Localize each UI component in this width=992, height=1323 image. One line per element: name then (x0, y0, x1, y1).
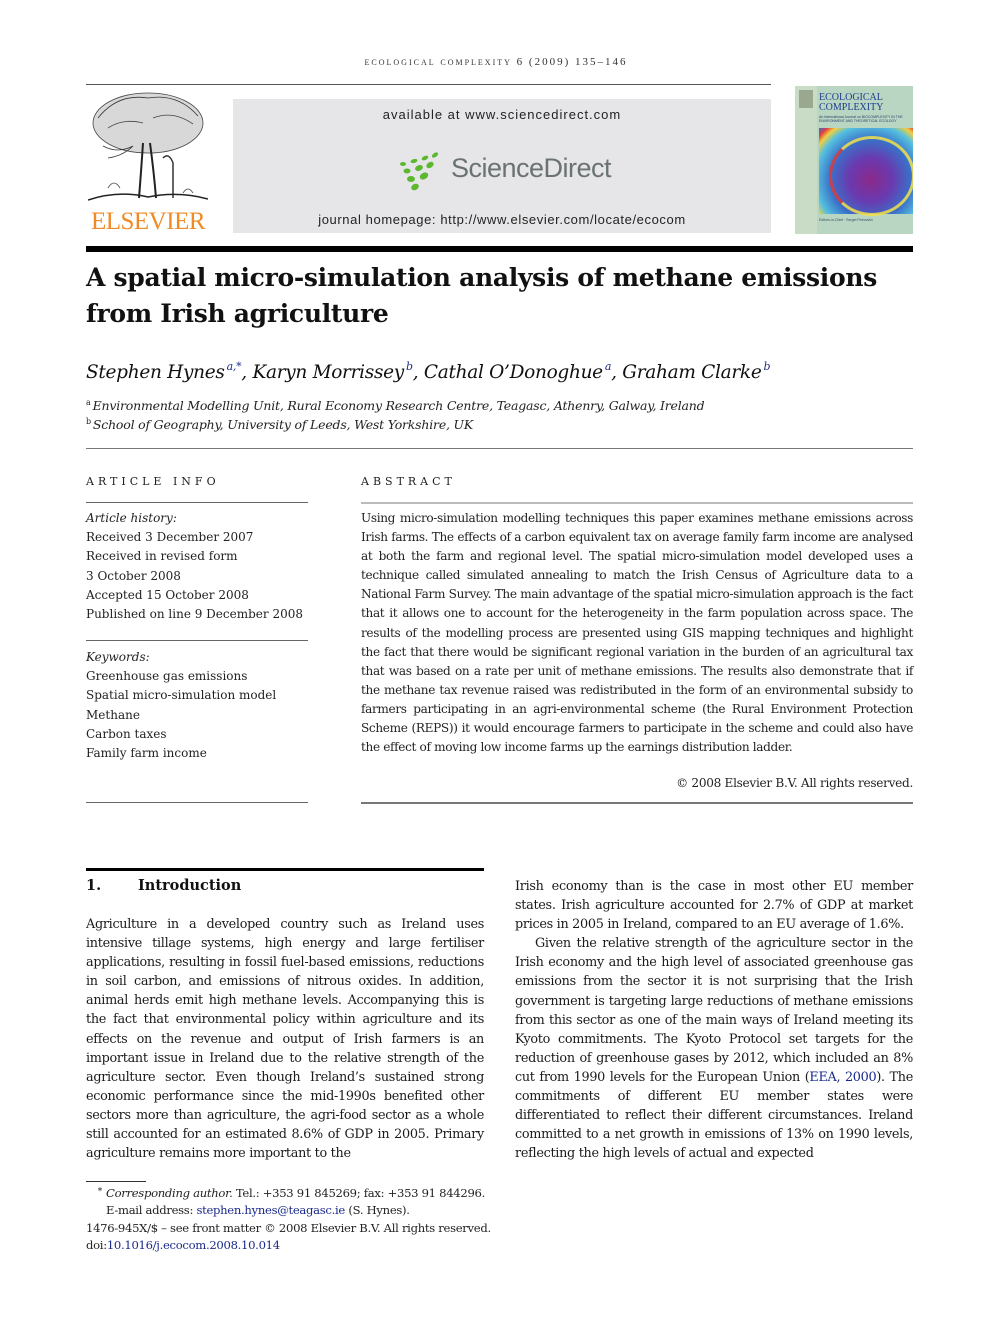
author-name: Cathal O’Donoghue (423, 362, 603, 383)
article-info-rule-bottom (86, 802, 308, 803)
cover-artwork (819, 128, 913, 216)
affiliation-b: b School of Geography, University of Leed… (86, 417, 474, 432)
keyword-item: Spatial micro-simulation model (86, 688, 277, 703)
sciencedirect-dots-icon (400, 152, 439, 191)
abstract-rule-top (361, 502, 913, 504)
masthead-thick-rule (86, 246, 913, 252)
abstract-rule-bottom (361, 802, 913, 804)
abstract-text: Using micro-simulation modelling techniq… (361, 511, 913, 755)
keyword-item: Greenhouse gas emissions (86, 669, 248, 684)
footnote-rule (86, 1181, 146, 1182)
doi-line: doi:10.1016/j.ecocom.2008.10.014 (86, 1238, 280, 1253)
keyword-item: Family farm income (86, 746, 207, 761)
elsevier-wordmark: ELSEVIER (90, 208, 206, 235)
footnote-marker: * (97, 1187, 103, 1197)
history-item: 3 October 2008 (86, 568, 181, 583)
sciencedirect-banner: available at www.sciencedirect.com Scien… (233, 99, 771, 233)
doi-link[interactable]: 10.1016/j.ecocom.2008.10.014 (107, 1238, 280, 1252)
cover-side-strip (795, 86, 817, 234)
author-affiliation-link[interactable]: a (605, 360, 612, 373)
article-info-heading: ARTICLE INFO (86, 475, 220, 488)
section-heading: 1. Introduction (86, 877, 241, 894)
body-column-left: Agriculture in a developed country such … (86, 915, 484, 1163)
running-header: ecological complexity 6 (2009) 135–146 (364, 56, 628, 68)
abstract-copyright: © 2008 Elsevier B.V. All rights reserved… (676, 776, 913, 790)
affiliation-rule (86, 448, 913, 449)
author-name: Stephen Hynes (86, 362, 225, 383)
email-note: E-mail address: stephen.hynes@teagasc.ie… (106, 1203, 410, 1218)
body-column-right: Irish economy than is the case in most o… (515, 877, 913, 1163)
keywords-label: Keywords: (86, 650, 150, 664)
author-affiliation-link[interactable]: a,* (227, 360, 242, 373)
body-paragraph: Given the relative strength of the agric… (515, 936, 913, 1162)
author-list: Stephen Hynes a,*, Karyn Morrissey b, Cath… (86, 360, 771, 383)
author-affiliation-link[interactable]: b (406, 360, 413, 373)
keyword-item: Carbon taxes (86, 726, 167, 741)
sciencedirect-wordmark: ScienceDirect (451, 153, 612, 183)
issn-line: 1476-945X/$ – see front matter © 2008 El… (86, 1220, 491, 1235)
history-item: Accepted 15 October 2008 (86, 587, 249, 602)
author-name: Graham Clarke (622, 362, 762, 383)
cover-editors: Editors-in-Chief · Sergei Petrovskii (819, 218, 873, 222)
cover-art-ring (829, 136, 913, 216)
journal-homepage-link[interactable]: journal homepage: http://www.elsevier.co… (233, 212, 771, 227)
article-info-rule-top (86, 502, 308, 503)
elsevier-logo[interactable]: ELSEVIER (86, 88, 210, 236)
article-history: Article history: Received 3 December 200… (86, 509, 308, 624)
author-affiliation-link[interactable]: b (764, 360, 771, 373)
section-rule (86, 868, 484, 871)
cover-title: ECOLOGICAL COMPLEXITY (819, 92, 884, 113)
corresponding-author-note: * Corresponding author. Tel.: +353 91 845… (86, 1184, 491, 1202)
abstract-heading: ABSTRACT (361, 475, 456, 488)
elsevier-tree-icon (88, 92, 208, 201)
affiliation-a: a Environmental Modelling Unit, Rural Eco… (86, 398, 705, 413)
history-item: Published on line 9 December 2008 (86, 607, 303, 622)
journal-cover[interactable]: ECOLOGICAL COMPLEXITY An International J… (795, 86, 913, 234)
body-paragraph: Agriculture in a developed country such … (86, 917, 484, 1162)
history-item: Received 3 December 2007 (86, 530, 254, 545)
keywords: Keywords: Greenhouse gas emissions Spati… (86, 648, 308, 763)
section-number: 1. (86, 877, 102, 894)
article-title: A spatial micro-simulation analysis of m… (86, 263, 877, 328)
available-at-text[interactable]: available at www.sciencedirect.com (233, 107, 771, 122)
keyword-item: Methane (86, 707, 140, 722)
cover-subtitle: An International Journal on BIOCOMPLEXIT… (819, 115, 903, 123)
article-history-label: Article history: (86, 511, 177, 525)
section-title: Introduction (138, 877, 242, 894)
body-paragraph: Irish economy than is the case in most o… (515, 879, 913, 933)
author-name: Karyn Morrissey (252, 362, 404, 383)
history-item: Received in revised form (86, 549, 238, 564)
article-info-rule-middle (86, 640, 308, 641)
header-rule (86, 84, 771, 85)
email-link[interactable]: stephen.hynes@teagasc.ie (196, 1203, 345, 1217)
footnotes: * Corresponding author. Tel.: +353 91 845… (86, 1184, 491, 1255)
sciencedirect-logo[interactable]: ScienceDirect (397, 147, 612, 193)
cover-elsevier-logo-icon (799, 90, 813, 108)
citation-link[interactable]: EEA, 2000 (809, 1070, 876, 1085)
